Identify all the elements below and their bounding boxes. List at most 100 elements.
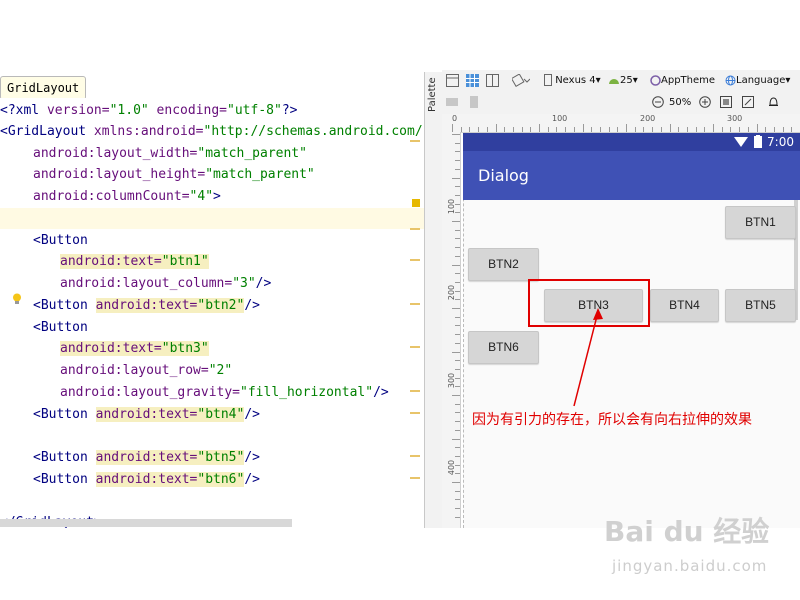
gutter-marker [410, 346, 420, 348]
ruler-tick [455, 473, 460, 475]
code-line-5: android:columnCount="4"> [33, 189, 221, 204]
code-line-13: android:layout_row="2" [60, 363, 233, 378]
gutter-marker [410, 477, 420, 479]
btn6-button[interactable]: BTN6 [468, 331, 539, 364]
pan-icon[interactable] [446, 95, 458, 111]
ruler-tick [713, 124, 714, 132]
wifi-icon [734, 137, 748, 147]
ruler-tick [455, 316, 460, 318]
ruler-tick [565, 127, 567, 132]
both-views-icon[interactable] [486, 73, 499, 89]
ruler-tick [455, 490, 460, 492]
ruler-tick [455, 516, 460, 518]
code-line-15: <Button android:text="btn4"/> [33, 407, 260, 422]
ruler-tick [452, 308, 460, 309]
ruler-tick [455, 342, 460, 344]
ruler-tick [455, 212, 460, 214]
ruler-tick [686, 127, 688, 132]
language-selector[interactable]: Language▾ [725, 73, 790, 89]
ruler-tick [455, 455, 460, 457]
zoom-to-fit-icon[interactable] [720, 95, 732, 111]
api-level-selector[interactable]: 25▾ [608, 73, 638, 89]
zoom-level: 50% [669, 97, 692, 108]
ruler-tick [455, 194, 460, 196]
ruler-tick [747, 127, 749, 132]
ruler-tick [773, 127, 775, 132]
ruler-tick [455, 447, 460, 449]
pan-zoom-icon[interactable] [742, 95, 754, 111]
ruler-tick [455, 290, 460, 292]
ruler-label: 0 [452, 114, 458, 123]
ruler-tick [455, 255, 460, 257]
ruler-tick [521, 127, 523, 132]
ruler-tick [695, 127, 697, 132]
ruler-tick [452, 221, 460, 222]
notifications-bell-icon[interactable] [768, 95, 779, 111]
ruler-tick [455, 368, 460, 370]
baidu-watermark: Bai du 经验 [604, 515, 770, 548]
ruler-tick [556, 127, 558, 132]
gutter-marker [410, 303, 420, 305]
ruler-tick [486, 127, 488, 132]
xml-code-editor[interactable]: <?xml version="1.0" encoding="utf-8"?> <… [0, 98, 424, 528]
code-line-11: <Button [33, 320, 88, 335]
zoom-out-button[interactable] [652, 95, 664, 111]
ruler-tick [547, 127, 549, 132]
ruler-tick [791, 127, 793, 132]
breadcrumb[interactable]: GridLayout [0, 76, 87, 100]
ruler-tick [634, 127, 636, 132]
editor-horizontal-scrollbar[interactable] [0, 519, 292, 527]
ruler-tick [455, 499, 460, 501]
code-line-12: android:text="btn3" [60, 341, 209, 356]
ruler-tick [455, 203, 460, 205]
annotation-arrow [573, 308, 603, 407]
ruler-label: 300 [727, 114, 743, 123]
code-line-4: android:layout_height="match_parent" [33, 167, 315, 182]
design-view-icon[interactable] [446, 73, 459, 89]
annotation-note: 因为有引力的存在，所以会有向右拉伸的效果 [472, 412, 752, 428]
ruler-tick [455, 151, 460, 153]
ruler-label: 200 [640, 114, 656, 123]
ruler-tick [782, 127, 784, 132]
ruler-tick [455, 281, 460, 283]
orientation-icon[interactable] [512, 73, 530, 89]
code-line-9: android:layout_column="3"/> [60, 276, 272, 291]
ruler-tick [455, 360, 460, 362]
code-line-14: android:layout_gravity="fill_horizontal"… [60, 385, 389, 400]
ruler-tick [455, 247, 460, 249]
ruler-tick [455, 377, 460, 379]
ruler-tick [455, 299, 460, 301]
ruler-tick [582, 124, 584, 132]
ruler-tick [573, 127, 575, 132]
ruler-tick [669, 124, 671, 132]
blueprint-view-icon[interactable] [466, 73, 479, 89]
btn1-button[interactable]: BTN1 [725, 206, 796, 239]
palette-side-tab[interactable] [424, 72, 444, 528]
code-line-1: <?xml version="1.0" encoding="utf-8"?> [0, 103, 298, 118]
ruler-tick [452, 482, 460, 483]
code-line-7: <Button [33, 233, 88, 248]
btn4-button[interactable]: BTN4 [650, 289, 719, 322]
ruler-tick [739, 127, 741, 132]
ruler-tick [452, 134, 460, 135]
grid-toggle-icon[interactable] [468, 95, 480, 111]
ruler-tick [455, 186, 460, 188]
theme-selector[interactable]: AppTheme [650, 73, 715, 89]
ruler-tick [452, 395, 460, 396]
btn2-button[interactable]: BTN2 [468, 248, 539, 281]
ruler-tick [455, 334, 460, 336]
code-line-18: <Button android:text="btn6"/> [33, 472, 260, 487]
zoom-in-button[interactable] [699, 95, 711, 111]
code-line-2: <GridLayout xmlns:android="http://schema… [0, 124, 423, 139]
ruler-tick [591, 127, 593, 132]
device-selector[interactable]: Nexus 4▾ [544, 73, 601, 89]
lightbulb-icon[interactable] [12, 293, 22, 305]
ruler-tick [469, 127, 471, 132]
gutter-marker [410, 259, 420, 261]
ruler-tick [452, 351, 460, 353]
ruler-tick [608, 127, 610, 132]
btn5-button[interactable]: BTN5 [725, 289, 796, 322]
ruler-label: 200 [447, 284, 457, 301]
ruler-tick [530, 127, 532, 132]
status-time: 7:00 [767, 135, 794, 149]
